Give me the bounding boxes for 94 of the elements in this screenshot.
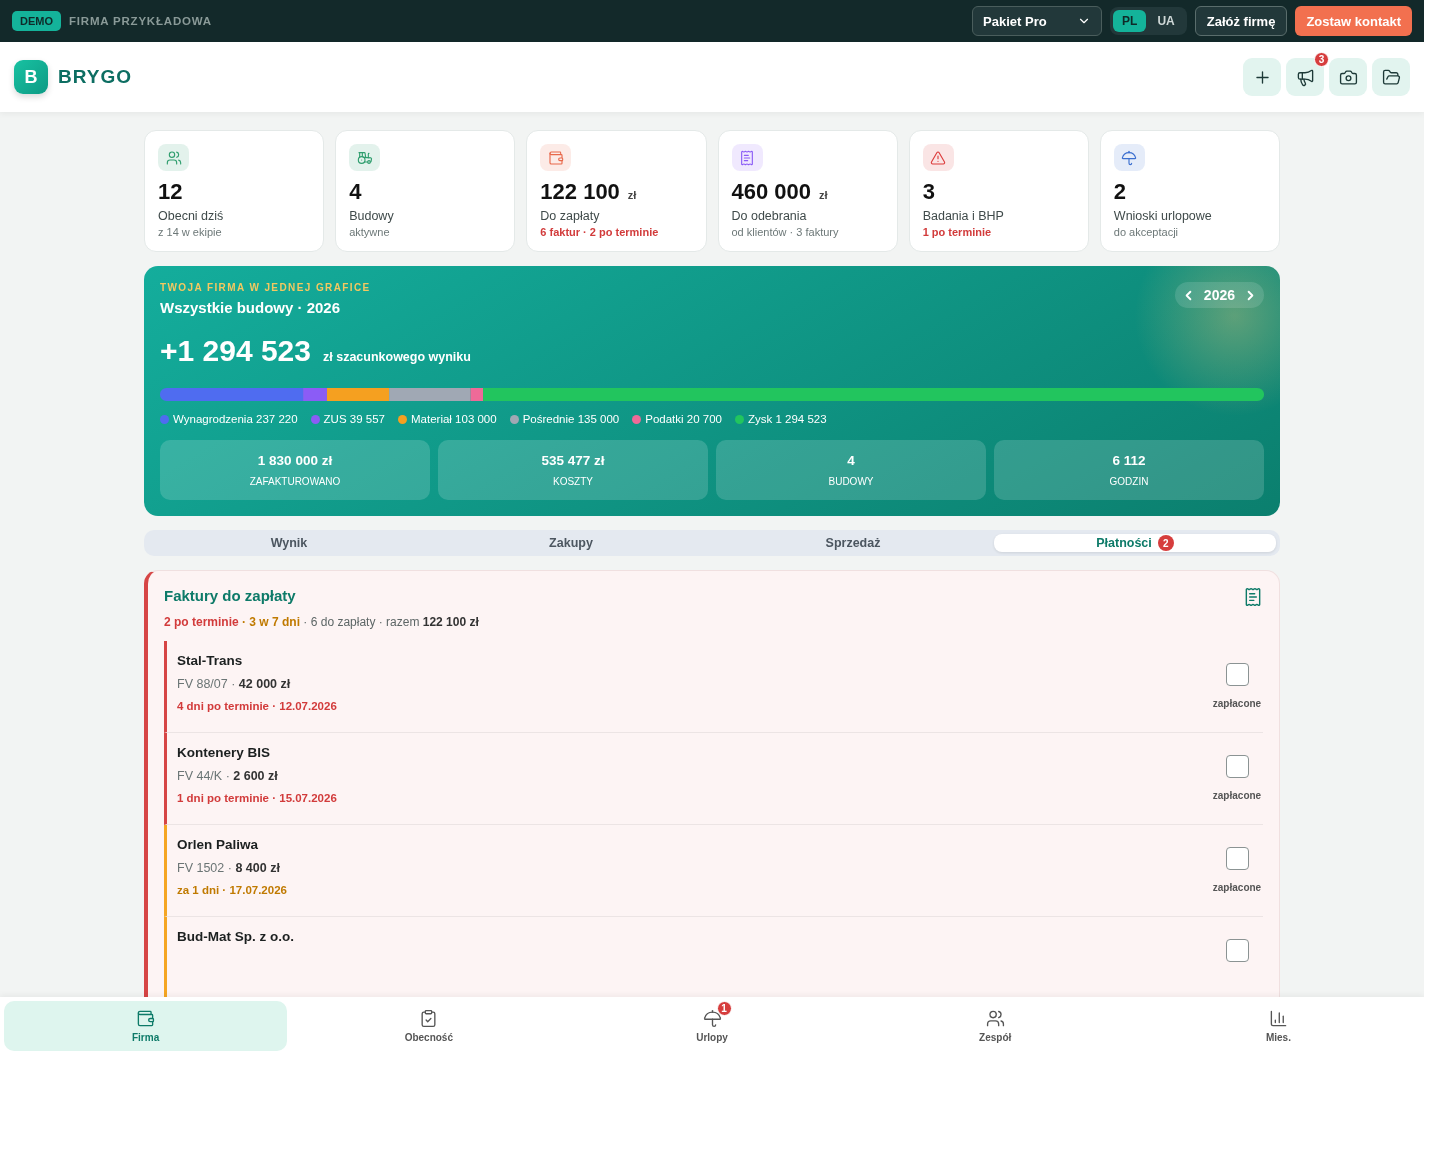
nav-item[interactable]: Firma bbox=[4, 1001, 288, 1051]
stat-unit: zł bbox=[819, 189, 828, 201]
stat-unit: zł bbox=[627, 189, 637, 201]
overview-title: Wszystkie budowy · 2026 bbox=[160, 299, 342, 316]
nav-item[interactable]: Zespół bbox=[853, 1001, 1137, 1051]
nav-item[interactable]: Mies. bbox=[1136, 1001, 1420, 1051]
metric-value: 1 830 000 zł bbox=[257, 453, 333, 468]
people-icon bbox=[165, 149, 182, 166]
nav-item[interactable]: 1 Urlopy bbox=[570, 1001, 854, 1051]
stat-value: 460 000 bbox=[731, 179, 812, 205]
toolbar-button[interactable] bbox=[1372, 58, 1410, 96]
invoice-details: FV 44/K · 2 600 zł bbox=[177, 769, 279, 783]
invoice-details: FV 88/07 · 42 000 zł bbox=[177, 677, 292, 691]
notification-badge: 1 bbox=[716, 1001, 732, 1016]
plan-select[interactable]: Pakiet Pro bbox=[972, 6, 1103, 36]
legend-label: Podatki 20 700 bbox=[645, 413, 722, 425]
due-date: 1 dni po terminie · 15.07.2026 bbox=[177, 792, 338, 804]
tab[interactable]: Płatności 2 bbox=[994, 534, 1276, 552]
due-date: 4 dni po terminie · 12.07.2026 bbox=[177, 700, 338, 712]
nav-item[interactable]: Obecność bbox=[287, 1001, 571, 1051]
stat-value: 12 bbox=[158, 179, 183, 205]
tab[interactable]: Zakupy bbox=[430, 534, 712, 552]
stat-label: Do zapłaty bbox=[540, 209, 601, 223]
metric-label: KOSZTY bbox=[553, 476, 593, 487]
metric-value: 4 bbox=[847, 453, 855, 468]
tab[interactable]: Sprzedaż bbox=[712, 534, 994, 552]
vendor-name: Kontenery BIS bbox=[177, 745, 272, 760]
warning-icon bbox=[930, 149, 947, 166]
toolbar-button[interactable] bbox=[1329, 58, 1367, 96]
wallet-icon bbox=[547, 149, 564, 166]
umbrella-icon bbox=[1121, 149, 1138, 166]
camera-icon bbox=[1338, 67, 1358, 87]
legend-label: Pośrednie 135 000 bbox=[522, 413, 620, 425]
stat-label: Wnioski urlopowe bbox=[1113, 209, 1213, 223]
demo-badge: DEMO bbox=[12, 11, 61, 31]
invoice-details: FV 1502 · 8 400 zł bbox=[177, 861, 281, 875]
stat-label: Budowy bbox=[349, 209, 395, 223]
megaphone-icon bbox=[1295, 67, 1315, 87]
stat-value: 122 100 bbox=[540, 179, 620, 205]
stat-note: 6 faktur · 2 po terminie bbox=[540, 226, 660, 238]
notification-badge: 3 bbox=[1314, 52, 1329, 67]
people-icon bbox=[985, 1009, 1005, 1028]
clipboard-icon bbox=[419, 1009, 439, 1028]
logo-mark: B bbox=[14, 60, 48, 94]
tab[interactable]: Wynik bbox=[148, 534, 430, 552]
year-label: 2026 bbox=[1203, 287, 1235, 303]
overview-eyebrow: TWOJA FIRMA W JEDNEJ GRAFICE bbox=[160, 282, 372, 293]
vendor-name: Stal-Trans bbox=[177, 653, 244, 668]
invoice-summary: 2 po terminie · 3 w 7 dni · 6 do zapłaty · razem 122 100 zł bbox=[164, 615, 480, 629]
panel-title: Faktury do zapłaty bbox=[164, 587, 296, 606]
bar-chart-icon bbox=[1268, 1009, 1288, 1028]
stat-note: z 14 w ekipie bbox=[158, 226, 223, 238]
folder-icon bbox=[1381, 67, 1401, 87]
vendor-name: Orlen Paliwa bbox=[177, 837, 260, 852]
language-option[interactable]: UA bbox=[1148, 10, 1184, 32]
stat-note: aktywne bbox=[349, 226, 391, 238]
count-badge: 2 bbox=[1157, 535, 1174, 551]
checkbox-label: zapłacone bbox=[1212, 882, 1262, 893]
stat-label: Do odebrania bbox=[731, 209, 808, 223]
wallet-icon bbox=[136, 1009, 156, 1028]
paid-checkbox[interactable] bbox=[1225, 847, 1249, 870]
company-name: FIRMA PRZYKŁADOWA bbox=[69, 15, 213, 27]
due-date: za 1 dni · 17.07.2026 bbox=[177, 884, 288, 896]
metric-value: 535 477 zł bbox=[541, 453, 605, 468]
stat-note: 1 po terminie bbox=[922, 226, 993, 238]
result-caption: zł szacunkowego wyniku bbox=[323, 350, 471, 364]
metric-label: GODZIN bbox=[1109, 476, 1149, 487]
legend-label: Zysk 1 294 523 bbox=[748, 413, 827, 425]
metric-label: ZAFAKTUROWANO bbox=[249, 476, 341, 487]
paid-checkbox[interactable] bbox=[1225, 663, 1249, 686]
checkbox-label: zapłacone bbox=[1212, 698, 1262, 709]
metric-value: 6 112 bbox=[1112, 453, 1146, 468]
create-company-button[interactable]: Załóż firmę bbox=[1194, 6, 1288, 36]
umbrella-icon bbox=[702, 1009, 722, 1028]
metric-label: BUDOWY bbox=[828, 476, 874, 487]
stat-label: Obecni dziś bbox=[158, 209, 225, 223]
result-value: +1 294 523 bbox=[160, 334, 311, 368]
stat-label: Badania i BHP bbox=[922, 209, 1005, 223]
receipt-icon bbox=[739, 149, 755, 166]
vendor-name: Bud-Mat Sp. z o.o. bbox=[177, 929, 295, 944]
legend-label: Materiał 103 000 bbox=[411, 413, 497, 425]
legend-label: Wynagrodzenia 237 220 bbox=[173, 413, 298, 425]
stat-note: od klientów · 3 faktury bbox=[731, 226, 840, 238]
legend-label: ZUS 39 557 bbox=[323, 413, 385, 425]
brand-name: BRYGO bbox=[58, 66, 133, 88]
stat-value: 4 bbox=[349, 179, 362, 205]
checkbox-label: zapłacone bbox=[1212, 790, 1262, 801]
language-option[interactable]: PL bbox=[1113, 10, 1147, 32]
stat-value: 3 bbox=[922, 179, 935, 205]
paid-checkbox[interactable] bbox=[1225, 755, 1249, 778]
stat-value: 2 bbox=[1113, 179, 1127, 205]
paid-checkbox[interactable] bbox=[1225, 939, 1249, 962]
receipt-icon bbox=[1243, 587, 1263, 607]
stat-note: do akceptacji bbox=[1113, 226, 1180, 238]
